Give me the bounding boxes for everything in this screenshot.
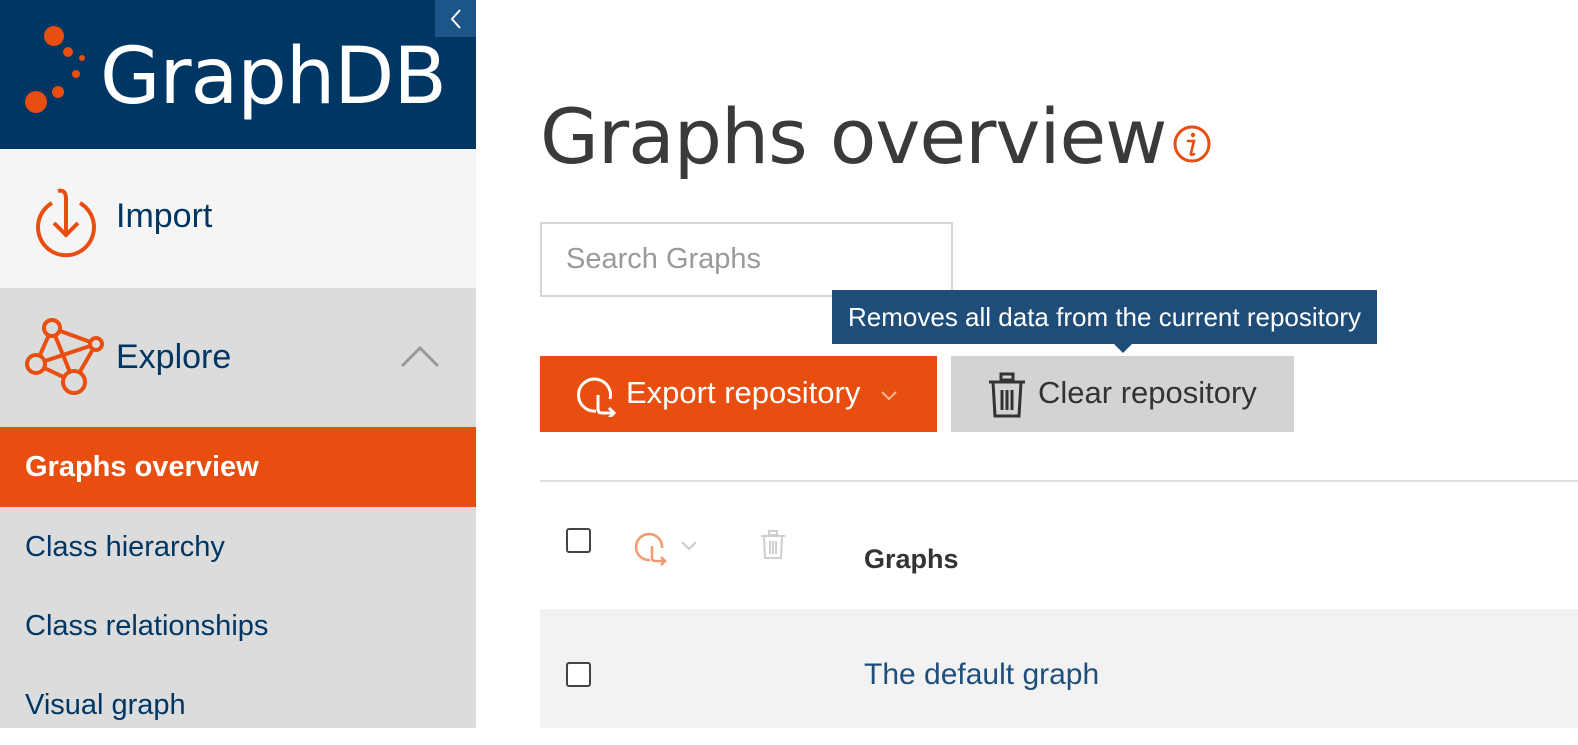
graph-name-link[interactable]: The default graph <box>864 658 1099 692</box>
table-row[interactable]: The default graph <box>540 609 1578 728</box>
export-icon <box>577 377 617 417</box>
sidebar-item-label: Import <box>116 197 213 235</box>
chevron-down-icon <box>881 391 897 401</box>
sidebar-item-label: Graphs overview <box>25 450 259 483</box>
export-repository-button[interactable]: Export repository <box>540 356 937 432</box>
sidebar: GraphDB Import Explore Graphs overview C… <box>0 0 476 728</box>
column-header-graphs[interactable]: Graphs <box>864 544 959 575</box>
collapse-sidebar-button[interactable] <box>435 0 476 37</box>
delete-selected-icon[interactable] <box>760 530 786 560</box>
row-checkbox[interactable] <box>566 662 591 687</box>
sidebar-item-explore[interactable]: Explore <box>0 290 476 427</box>
clear-repository-button[interactable]: Clear repository <box>951 356 1294 432</box>
sidebar-item-label: Visual graph <box>25 688 186 721</box>
select-all-checkbox[interactable] <box>566 528 591 553</box>
sidebar-item-visual-graph[interactable]: Visual graph <box>0 665 476 745</box>
sidebar-item-import[interactable]: Import <box>0 149 476 288</box>
sidebar-item-graphs-overview[interactable]: Graphs overview <box>0 427 476 507</box>
trash-icon <box>989 372 1025 418</box>
sidebar-item-label: Explore <box>116 338 232 376</box>
search-graphs-input[interactable] <box>540 222 953 297</box>
brand-name: GraphDB <box>100 32 447 122</box>
chevron-down-icon[interactable] <box>680 540 698 552</box>
export-repository-label: Export repository <box>626 375 861 410</box>
tooltip-arrow <box>1114 344 1132 353</box>
graphs-table-header: Graphs <box>540 482 1578 609</box>
brand-header: GraphDB <box>0 0 476 149</box>
sidebar-item-label: Class hierarchy <box>25 530 225 563</box>
sidebar-item-class-relationships[interactable]: Class relationships <box>0 586 476 666</box>
import-icon <box>36 188 96 258</box>
chevron-left-icon <box>450 8 461 29</box>
chevron-up-icon[interactable] <box>400 344 440 368</box>
explore-graph-icon <box>25 318 104 395</box>
clear-repository-tooltip: Removes all data from the current reposi… <box>832 290 1377 344</box>
export-selected-icon[interactable] <box>634 526 668 566</box>
sidebar-item-class-hierarchy[interactable]: Class hierarchy <box>0 507 476 587</box>
sidebar-item-label: Class relationships <box>25 609 269 642</box>
clear-repository-label: Clear repository <box>1038 375 1257 410</box>
page-title: Graphs overview <box>540 92 1167 181</box>
info-icon[interactable] <box>1172 124 1212 164</box>
